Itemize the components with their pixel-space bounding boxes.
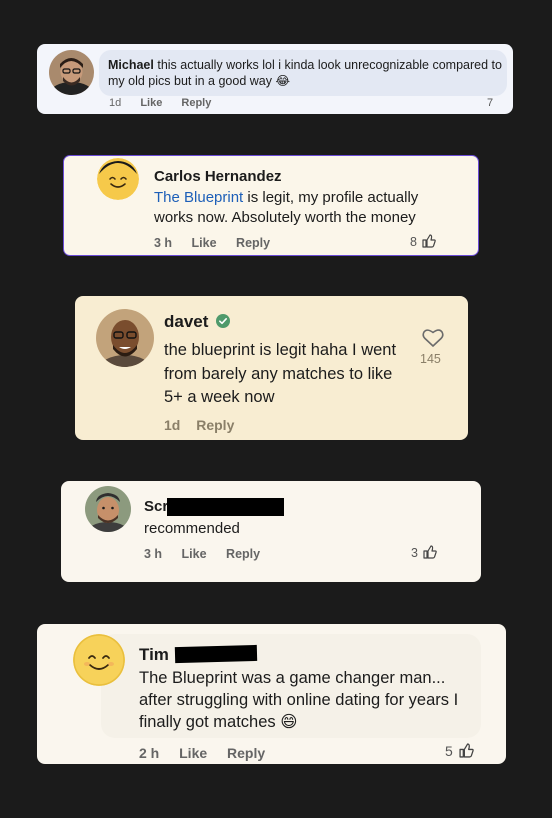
like-count: 8 <box>410 235 417 249</box>
reaction-count: 5 <box>445 743 474 759</box>
commenter-name[interactable]: Scr <box>144 498 168 515</box>
comment-body: recommended <box>144 520 240 537</box>
reply-button[interactable]: Reply <box>196 417 234 433</box>
blueprint-link[interactable]: The Blueprint <box>154 189 243 206</box>
commenter-name[interactable]: Tim <box>139 645 169 665</box>
reply-button[interactable]: Reply <box>236 236 270 250</box>
verified-badge-icon <box>216 314 231 328</box>
avatar[interactable] <box>97 158 139 200</box>
comment-card-scr: Scr recommended 3 h Like Reply 3 <box>61 481 481 582</box>
like-button[interactable]: Like <box>140 97 162 109</box>
reply-button[interactable]: Reply <box>226 547 260 561</box>
reply-button[interactable]: Reply <box>227 745 265 761</box>
comment-actions: 3 h Like Reply <box>154 236 286 250</box>
comment-actions: 1d Reply <box>164 417 250 433</box>
commenter-name[interactable]: Michael <box>108 58 154 72</box>
like-count: 145 <box>420 352 441 366</box>
like-button[interactable]: Like <box>192 236 217 250</box>
avatar[interactable] <box>49 50 94 95</box>
reaction-count: 3 <box>411 545 438 560</box>
timestamp: 2 h <box>139 745 160 761</box>
like-count: 3 <box>411 546 418 560</box>
thumbs-up-icon <box>422 234 437 248</box>
timestamp: 1d <box>109 97 122 109</box>
timestamp: 3 h <box>154 236 173 250</box>
comment-actions: 1d Like Reply <box>109 97 227 109</box>
reaction-count: 7 <box>487 97 494 109</box>
comment-body: The Blueprint is legit, my profile actua… <box>154 188 444 228</box>
avatar[interactable] <box>96 309 154 367</box>
commenter-name: davet <box>164 312 231 332</box>
heart-icon[interactable] <box>422 328 444 348</box>
comment-card-michael: Michael this actually works lol i kinda … <box>37 44 513 114</box>
comment-body: The Blueprint was a game changer man... … <box>139 669 459 731</box>
comment-card-carlos: Carlos Hernandez The Blueprint is legit,… <box>63 155 479 256</box>
timestamp: 3 h <box>144 547 163 561</box>
comment-card-davet: davet the blueprint is legit haha I went… <box>75 296 468 440</box>
thumbs-up-icon <box>423 545 438 559</box>
commenter-name-text[interactable]: davet <box>164 312 208 331</box>
comment-card-tim: Tim The Blueprint was a game changer man… <box>37 624 506 764</box>
comment-body: the blueprint is legit haha I went from … <box>164 341 397 406</box>
reaction-count: 8 <box>410 234 437 249</box>
comment-actions: 2 h Like Reply <box>139 745 281 761</box>
comment-actions: 3 h Like Reply <box>144 547 276 561</box>
avatar[interactable] <box>73 634 125 686</box>
comment-text: Michael this actually works lol i kinda … <box>108 57 503 89</box>
redaction-bar <box>174 644 258 664</box>
avatar[interactable] <box>85 486 131 532</box>
like-count: 5 <box>445 743 453 759</box>
comment-body: this actually works lol i kinda look unr… <box>108 58 502 88</box>
commenter-name[interactable]: Carlos Hernandez <box>154 168 282 185</box>
timestamp: 1d <box>164 417 181 433</box>
like-button[interactable]: Like <box>179 745 207 761</box>
reply-button[interactable]: Reply <box>181 97 211 109</box>
redaction-bar <box>167 498 284 516</box>
thumbs-up-icon <box>459 743 474 758</box>
like-button[interactable]: Like <box>182 547 207 561</box>
